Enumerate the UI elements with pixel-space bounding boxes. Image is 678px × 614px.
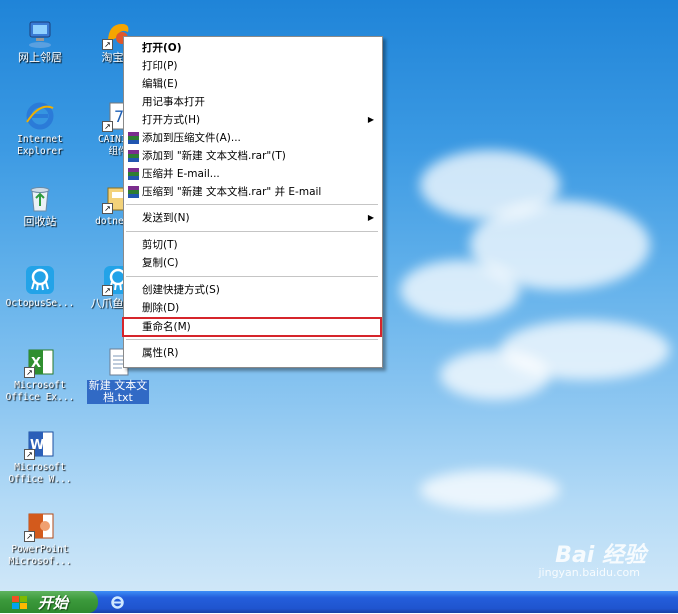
start-label: 开始 (38, 594, 69, 612)
network-icon (24, 18, 56, 50)
windows-flag-icon (12, 595, 27, 609)
menu-item-copy[interactable]: 复制(C) (124, 254, 382, 272)
menu-item-edit[interactable]: 编辑(E) (124, 75, 382, 93)
icon-label: OctopusSe... (5, 298, 75, 309)
octopus-shortcut[interactable]: OctopusSe... (4, 264, 76, 310)
menu-separator (126, 204, 378, 205)
powerpoint-shortcut[interactable]: ↗ PowerPoint Microsof... (4, 510, 76, 568)
icon-label: 新建 文本文 档.txt (86, 379, 150, 404)
word-icon: W ↗ (24, 428, 56, 460)
shortcut-arrow-icon: ↗ (102, 39, 113, 50)
powerpoint-icon: ↗ (24, 510, 56, 542)
icon-label: 回收站 (23, 215, 57, 228)
menu-item-compress-email[interactable]: 压缩并 E-mail... (124, 165, 382, 183)
rename-highlight-box (122, 317, 382, 337)
recycle-bin[interactable]: 回收站 (4, 182, 76, 228)
menu-item-compress-to-rar-email[interactable]: 压缩到 "新建 文本文档.rar" 并 E-mail (124, 183, 382, 201)
internet-explorer-icon (24, 100, 56, 132)
shortcut-arrow-icon: ↗ (24, 531, 35, 542)
baidu-watermark-url: jingyan.baidu.com (538, 566, 640, 579)
icon-label: Internet Explorer (17, 134, 63, 157)
menu-item-properties[interactable]: 属性(R) (124, 344, 382, 362)
excel-shortcut[interactable]: X ↗ Microsoft Office Ex... (4, 346, 76, 404)
menu-separator (126, 231, 378, 232)
menu-item-print[interactable]: 打印(P) (124, 57, 382, 75)
shortcut-arrow-icon: ↗ (102, 285, 113, 296)
start-button[interactable]: 开始 (0, 591, 98, 613)
quick-launch-ie-icon[interactable] (110, 595, 125, 610)
winrar-icon (128, 168, 139, 180)
menu-item-create-shortcut[interactable]: 创建快捷方式(S) (124, 281, 382, 299)
taskbar: 开始 (0, 591, 678, 613)
icon-label: Microsoft Office W... (8, 462, 72, 485)
submenu-arrow-icon: ▶ (367, 213, 374, 222)
winrar-icon (128, 186, 139, 198)
word-shortcut[interactable]: W ↗ Microsoft Office W... (4, 428, 76, 486)
menu-item-add-to-rar[interactable]: 添加到 "新建 文本文档.rar"(T) (124, 147, 382, 165)
excel-icon: X ↗ (24, 346, 56, 378)
network-neighborhood-shortcut[interactable]: 网上邻居 (4, 18, 76, 64)
winrar-icon (128, 132, 139, 144)
menu-item-cut[interactable]: 剪切(T) (124, 236, 382, 254)
octopus-icon (24, 264, 56, 296)
menu-separator (126, 276, 378, 277)
shortcut-arrow-icon: ↗ (102, 121, 113, 132)
icon-label: PowerPoint Microsof... (8, 544, 72, 567)
menu-item-send-to[interactable]: 发送到(N) ▶ (124, 209, 382, 227)
shortcut-arrow-icon: ↗ (24, 367, 35, 378)
shortcut-arrow-icon: ↗ (24, 449, 35, 460)
recycle-bin-icon (24, 182, 56, 214)
menu-separator (126, 339, 378, 340)
icon-label: 网上邻居 (18, 51, 62, 64)
baidu-watermark: Bai 经验 (555, 543, 646, 568)
winrar-icon (128, 150, 139, 162)
internet-explorer-shortcut[interactable]: Internet Explorer (4, 100, 76, 158)
menu-item-delete[interactable]: 删除(D) (124, 299, 382, 317)
submenu-arrow-icon: ▶ (367, 115, 374, 124)
menu-item-open-with-notepad[interactable]: 用记事本打开 (124, 93, 382, 111)
menu-item-add-to-archive[interactable]: 添加到压缩文件(A)... (124, 129, 382, 147)
menu-item-open-with[interactable]: 打开方式(H) ▶ (124, 111, 382, 129)
icon-label: Microsoft Office Ex... (5, 380, 75, 403)
shortcut-arrow-icon: ↗ (102, 203, 113, 214)
menu-item-open[interactable]: 打开(O) (124, 39, 382, 57)
